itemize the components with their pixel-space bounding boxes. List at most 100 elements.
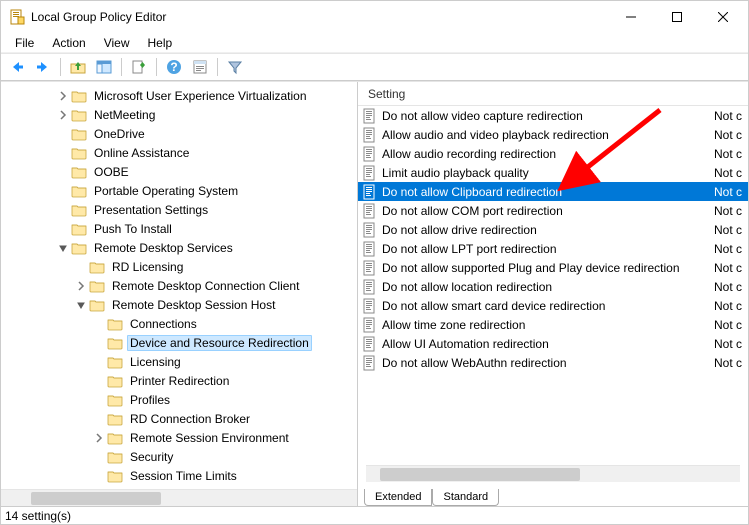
setting-row[interactable]: Allow audio and video playback redirecti…: [358, 125, 748, 144]
menu-file[interactable]: File: [7, 34, 42, 52]
show-hide-tree-button[interactable]: [92, 55, 116, 79]
setting-row[interactable]: Allow audio recording redirectionNot c: [358, 144, 748, 163]
setting-row[interactable]: Allow time zone redirectionNot c: [358, 315, 748, 334]
tree-item-label: Printer Redirection: [127, 373, 232, 389]
setting-name: Do not allow smart card device redirecti…: [382, 299, 710, 313]
tab-extended[interactable]: Extended: [364, 489, 432, 506]
tree-item[interactable]: Remote Desktop Session Host: [1, 295, 357, 314]
setting-row[interactable]: Do not allow Clipboard redirectionNot c: [358, 182, 748, 201]
tree-item[interactable]: Presentation Settings: [1, 200, 357, 219]
folder-icon: [107, 373, 123, 389]
tree-item-label: RD Connection Broker: [127, 411, 253, 427]
setting-name: Allow UI Automation redirection: [382, 337, 710, 351]
tree-item-label: NetMeeting: [91, 107, 158, 123]
setting-state: Not c: [714, 299, 748, 313]
setting-name: Do not allow supported Plug and Play dev…: [382, 261, 710, 275]
minimize-button[interactable]: [608, 2, 654, 32]
policy-icon: [362, 184, 378, 200]
tree-item[interactable]: Remote Desktop Connection Client: [1, 276, 357, 295]
tree-item[interactable]: Licensing: [1, 352, 357, 371]
tree-item[interactable]: Push To Install: [1, 219, 357, 238]
close-button[interactable]: [700, 2, 746, 32]
up-button[interactable]: [66, 55, 90, 79]
setting-name: Allow audio and video playback redirecti…: [382, 128, 710, 142]
tree-item-label: Remote Desktop Session Host: [109, 297, 278, 313]
status-text: 14 setting(s): [5, 509, 71, 523]
tree-item[interactable]: Remote Session Environment: [1, 428, 357, 447]
expand-icon[interactable]: [55, 110, 71, 120]
policy-icon: [362, 355, 378, 371]
forward-button[interactable]: [31, 55, 55, 79]
policy-icon: [362, 241, 378, 257]
setting-name: Do not allow drive redirection: [382, 223, 710, 237]
policy-icon: [362, 108, 378, 124]
setting-row[interactable]: Limit audio playback qualityNot c: [358, 163, 748, 182]
tree-item[interactable]: OneDrive: [1, 124, 357, 143]
menu-action[interactable]: Action: [44, 34, 93, 52]
setting-state: Not c: [714, 280, 748, 294]
tree-item[interactable]: Profiles: [1, 390, 357, 409]
setting-state: Not c: [714, 128, 748, 142]
maximize-button[interactable]: [654, 2, 700, 32]
setting-row[interactable]: Do not allow drive redirection Not c: [358, 220, 748, 239]
properties-button[interactable]: [188, 55, 212, 79]
tree-item[interactable]: Connections: [1, 314, 357, 333]
detail-list[interactable]: Do not allow video capture redirection No…: [358, 106, 748, 465]
setting-state: Not c: [714, 356, 748, 370]
back-button[interactable]: [5, 55, 29, 79]
tree-item[interactable]: Remote Desktop Services: [1, 238, 357, 257]
setting-row[interactable]: Do not allow video capture redirection No…: [358, 106, 748, 125]
policy-icon: [362, 317, 378, 333]
setting-row[interactable]: Allow UI Automation redirectionNot c: [358, 334, 748, 353]
tree-item[interactable]: OOBE: [1, 162, 357, 181]
export-button[interactable]: [127, 55, 151, 79]
tree-item[interactable]: Device and Resource Redirection: [1, 333, 357, 352]
tree-item[interactable]: NetMeeting: [1, 105, 357, 124]
collapse-icon[interactable]: [73, 300, 89, 310]
tree-item[interactable]: Session Time Limits: [1, 466, 357, 485]
content-area: Microsoft User Experience Virtualization…: [1, 81, 748, 506]
setting-row[interactable]: Do not allow smart card device redirecti…: [358, 296, 748, 315]
setting-row[interactable]: Do not allow supported Plug and Play dev…: [358, 258, 748, 277]
setting-name: Do not allow video capture redirection: [382, 109, 710, 123]
tree-item[interactable]: RD Licensing: [1, 257, 357, 276]
folder-icon: [71, 183, 87, 199]
expand-icon[interactable]: [91, 433, 107, 443]
setting-row[interactable]: Do not allow COM port redirectionNot c: [358, 201, 748, 220]
tree-scrollbar[interactable]: [1, 489, 357, 506]
menu-help[interactable]: Help: [140, 34, 181, 52]
folder-icon: [89, 278, 105, 294]
setting-row[interactable]: Do not allow LPT port redirectionNot c: [358, 239, 748, 258]
tree[interactable]: Microsoft User Experience Virtualization…: [1, 82, 357, 489]
tree-item[interactable]: Microsoft User Experience Virtualization: [1, 86, 357, 105]
detail-column-header[interactable]: Setting: [358, 82, 748, 106]
tree-item[interactable]: Security: [1, 447, 357, 466]
folder-icon: [107, 430, 123, 446]
tree-item[interactable]: RD Connection Broker: [1, 409, 357, 428]
setting-state: Not c: [714, 109, 748, 123]
expand-icon[interactable]: [55, 91, 71, 101]
policy-icon: [362, 336, 378, 352]
setting-state: Not c: [714, 223, 748, 237]
detail-scrollbar[interactable]: [366, 465, 740, 482]
toolbar: ?: [1, 53, 748, 81]
setting-name: Allow time zone redirection: [382, 318, 710, 332]
tab-standard[interactable]: Standard: [432, 489, 499, 506]
tree-item-label: Licensing: [127, 354, 184, 370]
setting-row[interactable]: Do not allow location redirectionNot c: [358, 277, 748, 296]
help-button[interactable]: ?: [162, 55, 186, 79]
tree-item-label: Online Assistance: [91, 145, 192, 161]
setting-row[interactable]: Do not allow WebAuthn redirectionNot c: [358, 353, 748, 372]
expand-icon[interactable]: [73, 281, 89, 291]
policy-icon: [362, 279, 378, 295]
tree-item[interactable]: Printer Redirection: [1, 371, 357, 390]
tree-item-label: Microsoft User Experience Virtualization: [91, 88, 310, 104]
menu-view[interactable]: View: [96, 34, 138, 52]
tree-item[interactable]: Portable Operating System: [1, 181, 357, 200]
tree-item[interactable]: Online Assistance: [1, 143, 357, 162]
tree-item-label: OneDrive: [91, 126, 148, 142]
collapse-icon[interactable]: [55, 243, 71, 253]
folder-icon: [107, 392, 123, 408]
filter-button[interactable]: [223, 55, 247, 79]
svg-text:?: ?: [170, 60, 177, 74]
